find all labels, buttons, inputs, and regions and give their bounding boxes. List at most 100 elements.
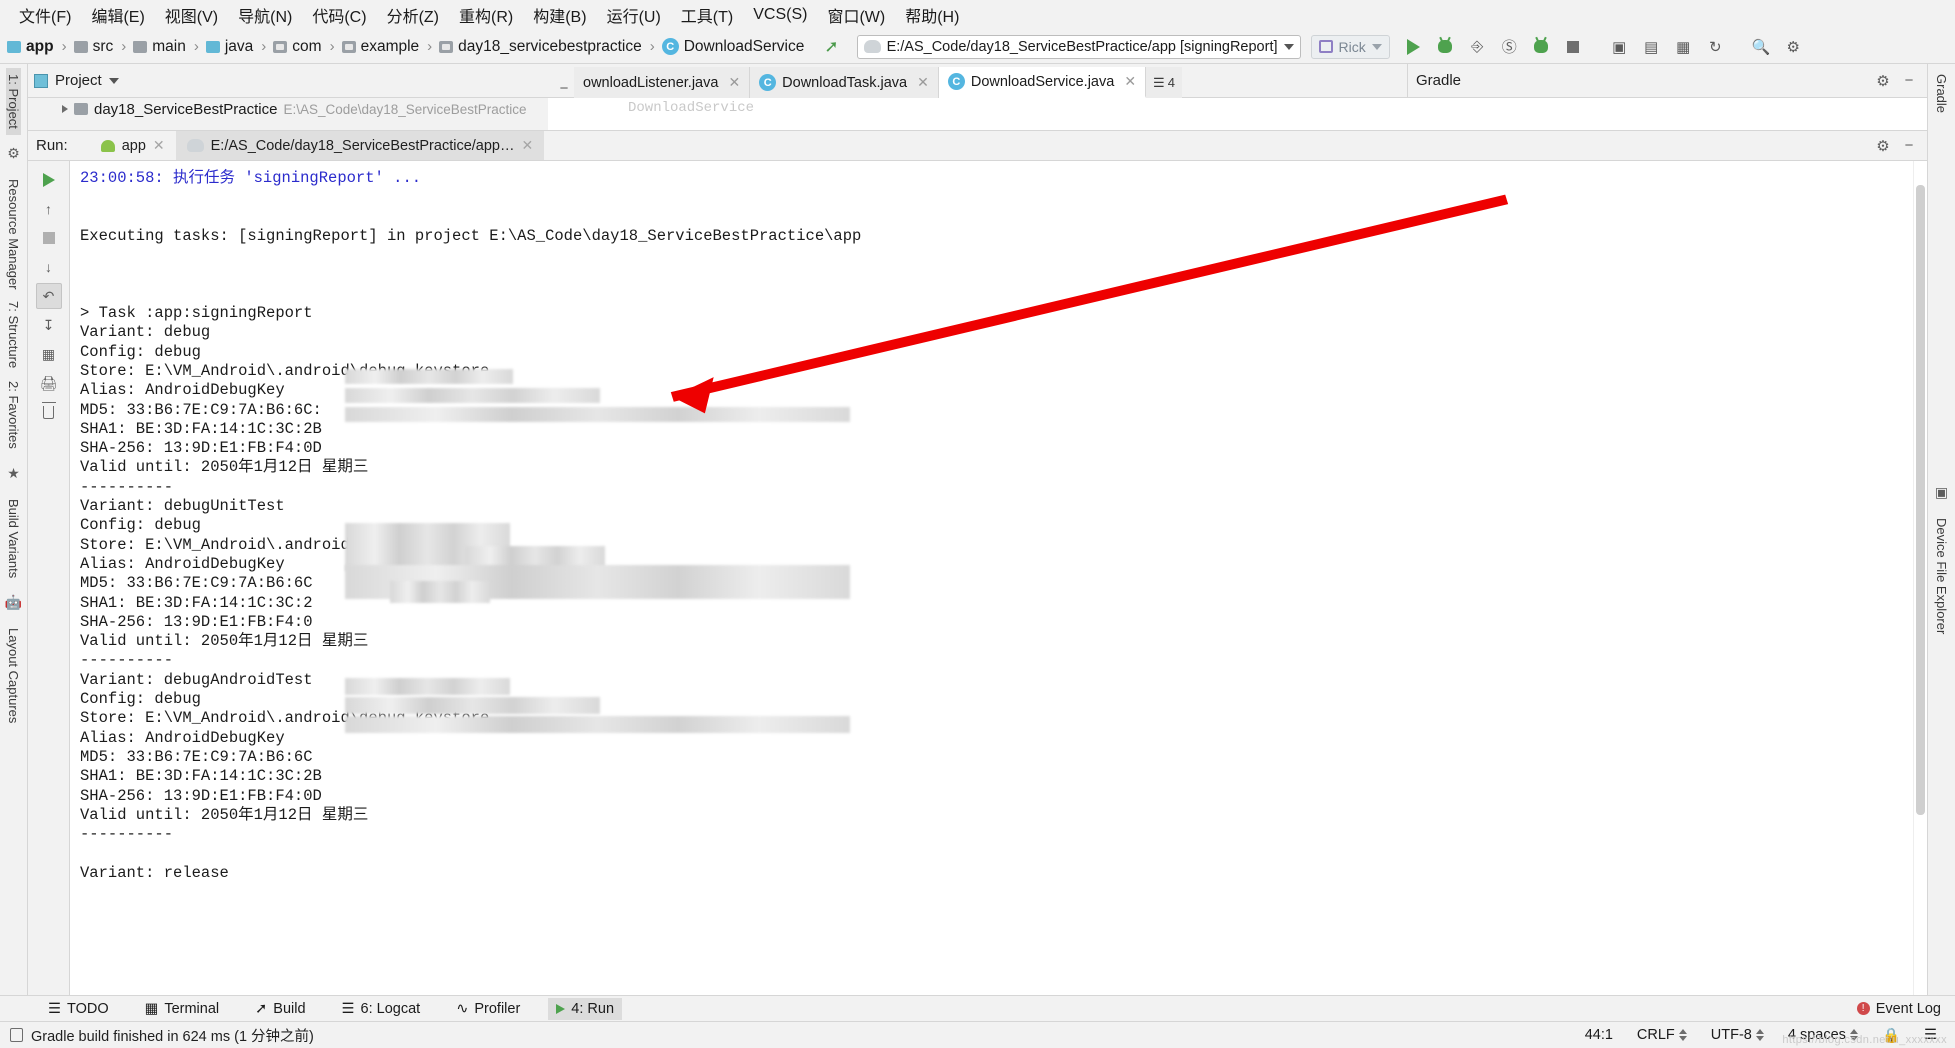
coverage-icon[interactable]: Ⓢ <box>1500 37 1519 56</box>
project-panel-title[interactable]: Project <box>34 72 119 89</box>
breadcrumb-item-class[interactable]: C DownloadService <box>659 36 809 58</box>
sidebar-item-structure[interactable]: 7: Structure <box>6 295 21 374</box>
menu-item-refactor[interactable]: 重构(R) <box>450 0 522 30</box>
minimize-icon[interactable]: − <box>1899 71 1919 91</box>
editor-tab-label: DownloadService.java <box>970 73 1115 90</box>
minimize-icon[interactable]: − <box>554 78 574 98</box>
console-line: ---------- <box>80 825 174 844</box>
bottom-tab-todo[interactable]: ☰ TODO <box>40 998 117 1020</box>
breadcrumb-item-src[interactable]: src <box>71 36 118 58</box>
scroll-up-icon[interactable]: ↑ <box>36 196 62 222</box>
close-icon[interactable]: ✕ <box>728 74 740 91</box>
profile-icon[interactable] <box>1532 37 1551 56</box>
run-tab-app[interactable]: app ✕ <box>90 131 176 160</box>
bottom-tab-build[interactable]: ➚ Build <box>247 998 313 1020</box>
breadcrumb-item-java[interactable]: java <box>203 36 257 58</box>
redacted-sha256-androidtest <box>345 716 850 733</box>
sidebar-item-device-file-explorer[interactable]: Device File Explorer <box>1934 512 1949 640</box>
bottom-tab-label: Profiler <box>474 1000 521 1017</box>
close-icon[interactable]: ✕ <box>153 137 165 154</box>
run-console[interactable]: 23:00:58: 执行任务 'signingReport' ... Execut… <box>70 161 1927 995</box>
menu-item-file[interactable]: 文件(F) <box>10 0 80 30</box>
close-icon[interactable]: ✕ <box>917 74 929 91</box>
sidebar-item-resource-manager[interactable]: Resource Manager <box>6 173 21 296</box>
chevron-down-icon[interactable] <box>1283 43 1294 50</box>
editor-tab-downloadservice[interactable]: C DownloadService.java ✕ <box>938 67 1147 98</box>
gear-icon[interactable]: ⚙ <box>1873 71 1893 91</box>
run-tab-gradle[interactable]: E:/AS_Code/day18_ServiceBestPractice/app… <box>175 131 545 160</box>
scroll-to-end-icon[interactable]: ↧ <box>36 312 62 338</box>
grid-icon[interactable]: ▦ <box>36 341 62 367</box>
caret-position[interactable]: 44:1 <box>1577 1027 1621 1043</box>
sidebar-item-favorites[interactable]: 2: Favorites <box>6 375 21 455</box>
breadcrumb-item-app[interactable]: app <box>4 36 58 58</box>
close-icon[interactable]: ✕ <box>1124 73 1136 90</box>
list-icon: ☰ <box>1153 74 1165 90</box>
stop-icon[interactable] <box>1564 37 1583 56</box>
run-configuration-selector[interactable]: E:/AS_Code/day18_ServiceBestPractice/app… <box>856 34 1301 59</box>
chevron-down-icon[interactable] <box>108 77 119 84</box>
stop-icon[interactable] <box>36 225 62 251</box>
search-icon[interactable]: 🔍 <box>1752 37 1771 56</box>
device-selector[interactable]: Rick <box>1310 34 1390 59</box>
minimize-icon[interactable]: − <box>1899 136 1919 156</box>
console-scrollbar[interactable] <box>1913 161 1927 995</box>
breadcrumb-item-example[interactable]: example <box>339 36 424 58</box>
print-icon[interactable]: 🖨 <box>36 370 62 396</box>
sdk-manager-icon[interactable]: ▤ <box>1642 37 1661 56</box>
bottom-tab-logcat[interactable]: ☰ 6: Logcat <box>334 998 429 1020</box>
chevron-down-icon[interactable] <box>1371 43 1382 50</box>
menu-item-window[interactable]: 窗口(W) <box>818 0 894 30</box>
avd-manager-icon[interactable]: ▣ <box>1610 37 1629 56</box>
file-encoding-label: UTF-8 <box>1710 1027 1752 1043</box>
bottom-tab-terminal[interactable]: ▦ Terminal <box>137 998 228 1020</box>
status-bar: Gradle build finished in 624 ms (1 分钟之前)… <box>0 1021 1955 1048</box>
sync-gradle-icon[interactable]: ↻ <box>1706 37 1725 56</box>
layout-inspector-icon[interactable]: ▦ <box>1674 37 1693 56</box>
bottom-tab-profiler[interactable]: ∿ Profiler <box>448 998 528 1020</box>
bottom-tab-label: 4: Run <box>571 1000 615 1017</box>
soft-wrap-icon[interactable]: ↶ <box>35 283 62 309</box>
sidebar-item-gradle[interactable]: Gradle <box>1934 68 1949 119</box>
menu-item-view[interactable]: 视图(V) <box>156 0 227 30</box>
settings-icon[interactable]: ⚙ <box>1784 37 1803 56</box>
event-log-button[interactable]: ! Event Log <box>1856 1001 1941 1017</box>
editor-tab-downloadlistener[interactable]: ownloadListener.java ✕ <box>574 67 751 98</box>
debug-icon[interactable] <box>1436 37 1455 56</box>
menu-item-help[interactable]: 帮助(H) <box>896 0 968 30</box>
breadcrumb-item-com[interactable]: com <box>270 36 325 58</box>
console-scrollbar-thumb[interactable] <box>1916 185 1925 815</box>
breadcrumb-item-main[interactable]: main <box>130 36 190 58</box>
gear-icon[interactable]: ⚙ <box>1873 136 1893 156</box>
editor-tab-overflow[interactable]: ☰ 4 <box>1146 67 1182 98</box>
sidebar-item-layout-captures[interactable]: Layout Captures <box>6 622 21 729</box>
menu-item-run[interactable]: 运行(U) <box>598 0 670 30</box>
line-separator[interactable]: CRLF <box>1629 1027 1695 1043</box>
console-line: SHA-256: 13:9D:E1:FB:F4:0D <box>80 439 322 458</box>
rerun-icon[interactable] <box>36 167 62 193</box>
menu-item-tools[interactable]: 工具(T) <box>672 0 742 30</box>
bottom-tab-run[interactable]: 4: Run <box>548 997 623 1020</box>
attach-debugger-icon[interactable]: ⎆ <box>1468 37 1487 56</box>
breadcrumb-item-package[interactable]: day18_servicebestpractice <box>436 36 646 58</box>
menu-item-analyze[interactable]: 分析(Z) <box>378 0 448 30</box>
android-studio-window: 文件(F) 编辑(E) 视图(V) 导航(N) 代码(C) 分析(Z) 重构(R… <box>0 0 1955 1048</box>
menu-item-edit[interactable]: 编辑(E) <box>82 0 153 30</box>
close-icon[interactable]: ✕ <box>522 137 534 154</box>
run-icon[interactable] <box>1404 37 1423 56</box>
menu-item-build[interactable]: 构建(B) <box>524 0 595 30</box>
sidebar-item-build-variants[interactable]: Build Variants <box>6 493 21 584</box>
make-project-icon[interactable]: ➚ <box>824 37 838 57</box>
menu-item-code[interactable]: 代码(C) <box>303 0 375 30</box>
console-line: ---------- <box>80 651 174 670</box>
menu-item-navigate[interactable]: 导航(N) <box>229 0 301 30</box>
editor-tab-downloadtask[interactable]: C DownloadTask.java ✕ <box>750 67 939 98</box>
sidebar-item-project[interactable]: 1: Project <box>6 68 21 135</box>
scroll-down-icon[interactable]: ↓ <box>36 254 62 280</box>
menu-item-vcs[interactable]: VCS(S) <box>744 3 816 27</box>
clear-all-icon[interactable] <box>36 399 62 425</box>
expand-triangle-icon[interactable] <box>62 105 68 113</box>
file-encoding[interactable]: UTF-8 <box>1703 1027 1772 1043</box>
